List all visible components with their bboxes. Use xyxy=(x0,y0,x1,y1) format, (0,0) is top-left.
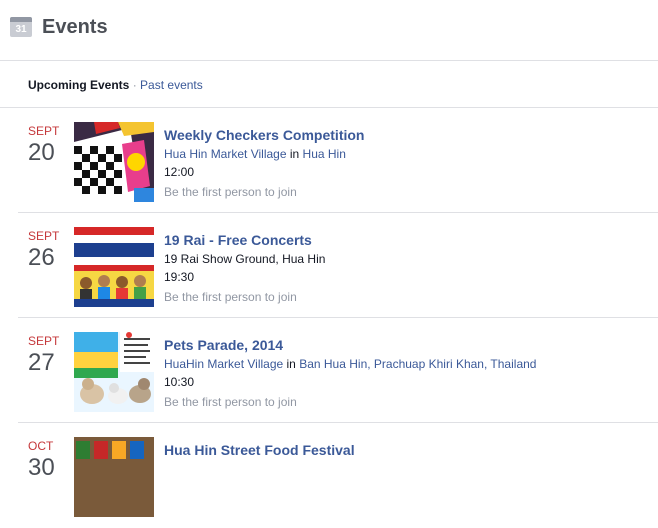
past-events-link[interactable]: Past events xyxy=(140,78,203,92)
event-month: SEPT xyxy=(28,124,60,138)
event-time: 12:00 xyxy=(164,165,195,179)
event-day: 30 xyxy=(28,454,55,481)
event-join-text: Be the first person to join xyxy=(164,290,297,304)
upcoming-events-tab[interactable]: Upcoming Events xyxy=(28,78,129,92)
event-day: 27 xyxy=(28,349,55,376)
calendar-icon-number: 31 xyxy=(15,24,27,35)
event-item: SEPT 26 19 Rai - Free Concerts 19 Rai Sh… xyxy=(0,213,658,318)
event-location-connector: in xyxy=(286,357,296,371)
event-join-text: Be the first person to join xyxy=(164,185,297,199)
event-item: SEPT 20 Weekly Checkers Competition Hua … xyxy=(0,108,658,213)
event-time: 10:30 xyxy=(164,375,195,389)
event-location: Hua Hin Market Village in Hua Hin xyxy=(164,146,346,162)
event-area-link[interactable]: Hua Hin xyxy=(303,147,346,161)
event-day: 26 xyxy=(28,244,55,271)
event-title-link[interactable]: Hua Hin Street Food Festival xyxy=(164,441,355,459)
event-month: SEPT xyxy=(28,229,60,243)
event-location-connector: in xyxy=(289,147,300,161)
event-location: HuaHin Market Village in Ban Hua Hin, Pr… xyxy=(164,356,536,372)
page-title: Events xyxy=(42,16,108,38)
event-title-link[interactable]: Pets Parade, 2014 xyxy=(164,336,283,354)
filter-separator: · xyxy=(132,78,137,92)
event-thumbnail[interactable] xyxy=(74,122,154,202)
event-location: 19 Rai Show Ground, Hua Hin xyxy=(164,252,326,266)
event-area-link[interactable]: Ban Hua Hin, Prachuap Khiri Khan, Thaila… xyxy=(299,357,536,371)
event-month: SEPT xyxy=(28,334,60,348)
event-place-link[interactable]: HuaHin Market Village xyxy=(164,357,283,371)
event-thumbnail[interactable] xyxy=(74,227,154,307)
event-time: 19:30 xyxy=(164,270,195,284)
event-place-link[interactable]: Hua Hin Market Village xyxy=(164,147,287,161)
event-title-link[interactable]: Weekly Checkers Competition xyxy=(164,126,364,144)
event-thumbnail[interactable] xyxy=(74,332,154,412)
event-title-link[interactable]: 19 Rai - Free Concerts xyxy=(164,231,312,249)
page-header: 31 Events xyxy=(0,0,658,61)
event-day: 20 xyxy=(28,139,55,166)
event-join-text: Be the first person to join xyxy=(164,395,297,409)
event-item: SEPT 27 Pets Parade, 2014 HuaHin Market … xyxy=(0,318,658,423)
calendar-icon: 31 xyxy=(10,17,32,37)
event-filters: Upcoming Events · Past events xyxy=(28,77,203,93)
event-month: OCT xyxy=(28,439,54,453)
event-item: OCT 30 Hua Hin Street Food Festival xyxy=(0,423,658,528)
event-thumbnail[interactable] xyxy=(74,437,154,517)
